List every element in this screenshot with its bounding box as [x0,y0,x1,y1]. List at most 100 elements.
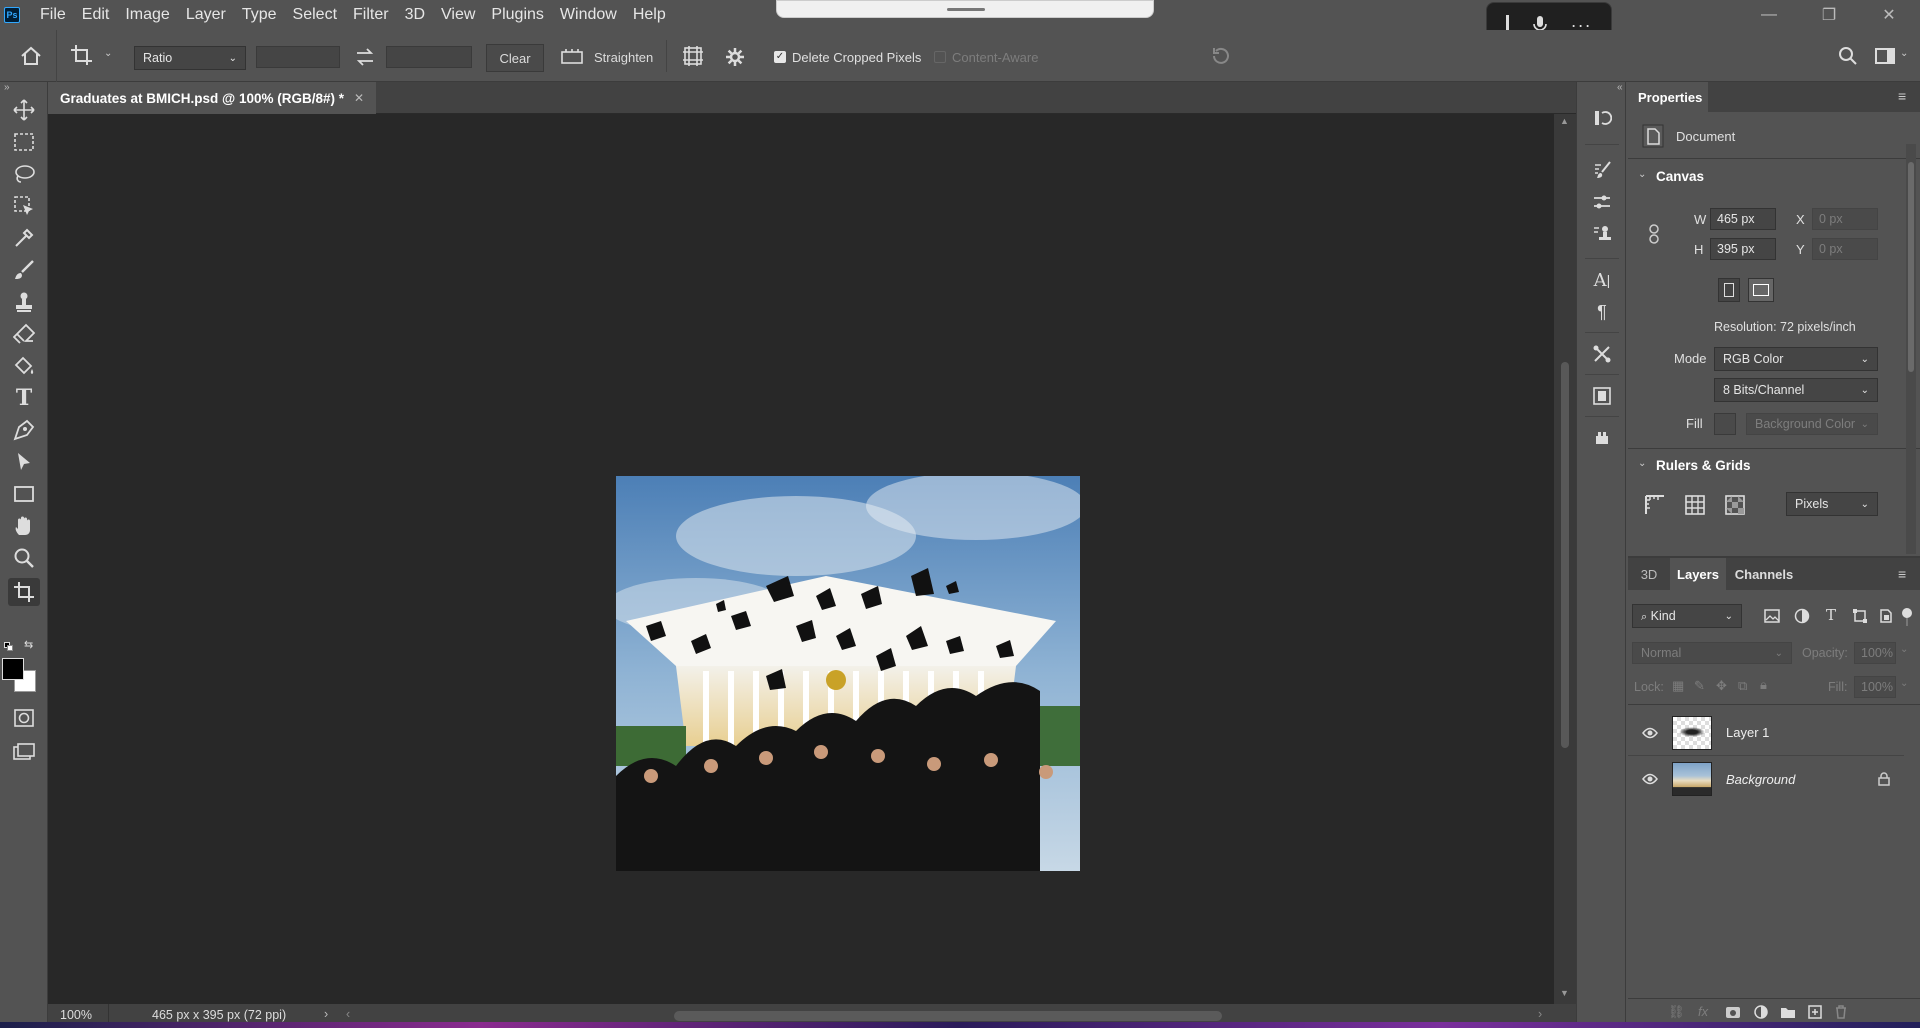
grid-icon[interactable] [1684,494,1706,516]
foreground-color-swatch[interactable] [2,658,24,680]
portrait-orientation-icon[interactable] [1718,278,1740,302]
default-colors-icon[interactable] [4,642,14,652]
visibility-eye-icon[interactable] [1628,773,1672,785]
paint-bucket-tool-icon[interactable] [8,352,40,380]
swap-colors-icon[interactable]: ⇆ [24,638,33,651]
scroll-right-icon[interactable]: › [1538,1007,1542,1021]
paragraph-icon[interactable]: ¶ [1590,300,1614,324]
adjustments-icon[interactable] [1590,190,1614,214]
chevron-down-icon[interactable]: ⌄ [104,48,112,59]
rectangle-tool-icon[interactable] [8,480,40,508]
menu-help[interactable]: Help [625,6,674,24]
menu-plugins[interactable]: Plugins [483,6,551,24]
layer-row-background[interactable]: Background [1628,756,1904,802]
brushes-icon[interactable] [1590,158,1614,182]
chevron-right-icon[interactable]: › [324,1007,328,1021]
lock-all-icon[interactable]: 🔒︎ [1760,677,1767,693]
canvas-section-header[interactable]: Canvas [1656,169,1704,184]
cancel-crop-icon[interactable] [1210,46,1232,66]
fill-color-swatch[interactable] [1714,413,1736,435]
panel-menu-icon[interactable]: ≡ [1898,566,1906,582]
chevron-down-icon[interactable]: ⌄ [1900,678,1908,689]
chevron-down-icon[interactable]: ⌄ [1900,48,1908,59]
lock-position-icon[interactable]: ✥ [1716,678,1727,694]
close-tab-icon[interactable]: ✕ [354,91,364,105]
brush-tool-icon[interactable] [8,256,40,284]
lock-artboard-icon[interactable]: ⧉ [1738,678,1747,694]
menu-image[interactable]: Image [117,6,177,24]
gear-icon[interactable] [725,47,745,67]
menu-3d[interactable]: 3D [397,6,433,24]
document-image[interactable] [616,476,1080,871]
workspace-icon[interactable] [1874,46,1898,66]
clone-source-icon[interactable] [1590,222,1614,246]
lock-image-icon[interactable]: ✎ [1694,678,1705,694]
tab-layers[interactable]: Layers [1670,558,1726,590]
transparency-grid-icon[interactable] [1724,494,1746,516]
menu-view[interactable]: View [433,6,483,24]
search-icon[interactable] [1838,46,1858,66]
crop-tool-preset-icon[interactable] [70,44,94,66]
pen-tool-icon[interactable] [8,416,40,444]
blend-mode-dropdown[interactable]: Normal ⌄ [1632,642,1792,664]
overlay-grid-icon[interactable] [682,45,704,67]
menu-edit[interactable]: Edit [74,6,118,24]
character-icon[interactable]: A | [1590,268,1614,292]
fill-dropdown[interactable]: Background Color ⌄ [1746,413,1878,435]
path-selection-tool-icon[interactable] [8,448,40,476]
scroll-up-icon[interactable]: ▲ [1560,116,1569,126]
collapse-arrows-icon[interactable]: « [1617,82,1623,93]
visibility-eye-icon[interactable] [1628,727,1672,739]
new-group-icon[interactable] [1780,1005,1796,1019]
units-dropdown[interactable]: Pixels ⌄ [1786,492,1878,516]
bit-depth-dropdown[interactable]: 8 Bits/Channel ⌄ [1714,378,1878,402]
adjustment-layer-icon[interactable] [1754,1005,1768,1019]
tab-properties[interactable]: Properties [1628,82,1708,112]
photoshop-logo-icon[interactable]: Ps [4,7,20,23]
new-layer-icon[interactable] [1808,1005,1822,1019]
landscape-orientation-icon[interactable] [1748,278,1774,302]
layer-row-layer-1[interactable]: Layer 1 [1628,710,1904,756]
straighten-icon[interactable] [560,48,584,66]
collapse-arrows-icon[interactable]: » [4,82,10,93]
horizontal-scrollbar-thumb[interactable] [674,1011,1222,1021]
chevron-down-icon[interactable]: ⌄ [1900,644,1908,655]
ruler-icon[interactable] [1644,494,1666,516]
lasso-tool-icon[interactable] [8,160,40,188]
panel-menu-icon[interactable]: ≡ [1898,88,1906,104]
straighten-label[interactable]: Straighten [594,50,653,65]
zoom-level[interactable]: 100% [60,1008,92,1022]
scroll-left-icon[interactable]: ‹ [346,1007,350,1021]
stamp-tool-icon[interactable] [8,288,40,316]
quick-mask-icon[interactable] [8,704,40,732]
tab-3d[interactable]: 3D [1628,558,1670,590]
delete-cropped-checkbox[interactable]: ✓ [774,51,786,63]
home-icon[interactable] [20,46,42,66]
vertical-scrollbar[interactable]: ▲ ▼ [1554,114,1576,1004]
fx-icon[interactable]: fx [1698,1004,1708,1019]
type-filter-icon[interactable]: T [1826,606,1836,624]
object-selection-tool-icon[interactable] [8,192,40,220]
zoom-tool-icon[interactable] [8,544,40,572]
lock-transparent-icon[interactable]: ▦ [1672,678,1684,694]
menu-select[interactable]: Select [285,6,345,24]
move-tool-icon[interactable] [8,96,40,124]
canvas-y-field[interactable]: 0 px [1812,238,1878,260]
canvas-x-field[interactable]: 0 px [1812,208,1878,230]
adjustment-filter-icon[interactable] [1794,608,1810,624]
tab-channels[interactable]: Channels [1728,558,1800,590]
close-window-icon[interactable]: ✕ [1866,0,1912,30]
shape-filter-icon[interactable] [1852,608,1868,624]
canvas-area[interactable] [48,114,1554,1004]
layer-name[interactable]: Layer 1 [1726,725,1769,740]
scroll-down-icon[interactable]: ▼ [1560,988,1569,998]
canvas-width-field[interactable]: 465 px [1710,208,1776,230]
opacity-field[interactable]: 100% [1854,642,1896,664]
marquee-tool-icon[interactable] [8,128,40,156]
color-mode-dropdown[interactable]: RGB Color ⌄ [1714,347,1878,371]
scrollbar-thumb[interactable] [1561,362,1569,748]
type-tool-icon[interactable]: T [8,384,40,412]
ratio-width-field[interactable] [256,46,340,68]
window-drag-handle[interactable] [776,0,1154,18]
document-tab[interactable]: Graduates at BMICH.psd @ 100% (RGB/8#) *… [48,82,377,114]
